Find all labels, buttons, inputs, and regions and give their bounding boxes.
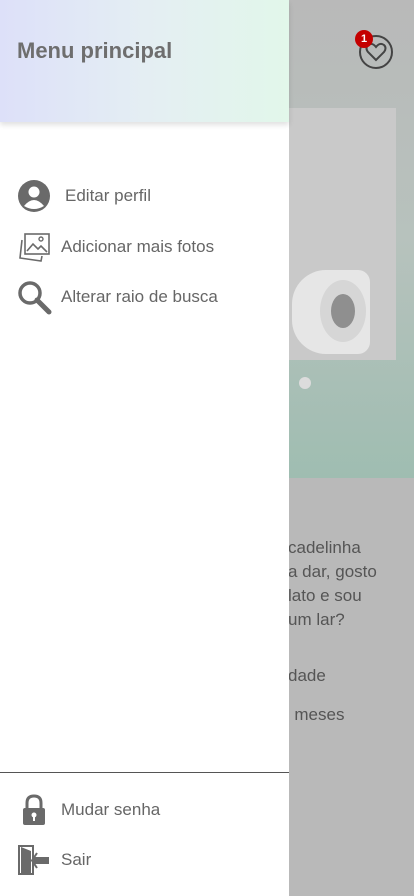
side-drawer: Menu principal Editar perfil Adicionar m… xyxy=(0,0,289,896)
photos-icon xyxy=(16,229,52,265)
menu-item-search-radius[interactable]: Alterar raio de busca xyxy=(16,277,218,317)
drawer-title: Menu principal xyxy=(17,38,173,63)
menu-item-change-password[interactable]: Mudar senha xyxy=(16,790,160,830)
lock-icon xyxy=(16,792,52,828)
description-line: lato e sou xyxy=(288,586,362,605)
description-line: um lar? xyxy=(288,610,345,629)
menu-item-label: Alterar raio de busca xyxy=(61,287,218,306)
exit-door-icon xyxy=(16,842,52,878)
drawer-divider xyxy=(0,772,289,773)
menu-item-add-photos[interactable]: Adicionar mais fotos xyxy=(16,227,214,267)
detail-line: - meses xyxy=(284,705,345,724)
menu-item-label: Adicionar mais fotos xyxy=(61,237,215,256)
carousel-dot[interactable] xyxy=(299,377,311,389)
notification-badge: 1 xyxy=(355,30,373,48)
menu-item-label: Mudar senha xyxy=(61,800,161,819)
description-line: cadelinha xyxy=(288,538,361,557)
search-icon xyxy=(16,279,52,315)
menu-item-label: Sair xyxy=(61,850,92,869)
drawer-header: Menu principal xyxy=(0,0,289,122)
description-line: a dar, gosto xyxy=(288,562,377,581)
menu-item-logout[interactable]: Sair xyxy=(16,840,91,880)
menu-item-edit-profile[interactable]: Editar perfil xyxy=(16,176,151,216)
photo-roll-core xyxy=(331,294,355,328)
user-avatar-icon xyxy=(16,178,52,214)
detail-line: dade xyxy=(288,666,326,685)
menu-item-label: Editar perfil xyxy=(65,186,151,205)
